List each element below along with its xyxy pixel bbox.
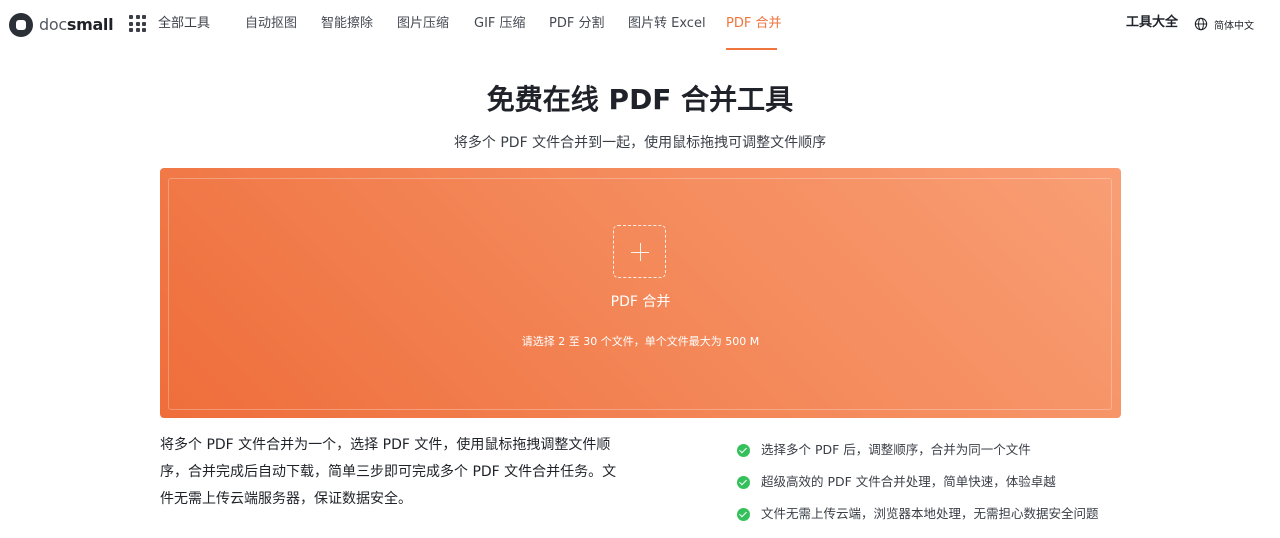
tools-all-link[interactable]: 工具大全	[1126, 14, 1178, 32]
language-label: 简体中文	[1214, 20, 1254, 32]
nav-item-image-to-excel[interactable]: 图片转 Excel	[628, 15, 706, 33]
upload-dropzone[interactable]: PDF 合并 请选择 2 至 30 个文件，单个文件最大为 500 M	[160, 168, 1121, 418]
grid-icon[interactable]	[129, 15, 146, 32]
check-circle-icon	[737, 443, 750, 457]
docsmall-logo-icon	[9, 12, 33, 37]
page-title: 免费在线 PDF 合并工具	[486, 83, 794, 116]
nav-item-auto-cutout[interactable]: 自动抠图	[245, 15, 297, 33]
top-navbar: docsmall 全部工具 自动抠图 智能擦除 图片压缩 GIF 压缩 PDF …	[0, 0, 1280, 50]
nav-item-smart-erase[interactable]: 智能擦除	[321, 15, 373, 33]
active-nav-indicator	[726, 48, 777, 50]
logo[interactable]: docsmall	[9, 12, 114, 37]
tool-description: 将多个 PDF 文件合并为一个，选择 PDF 文件，使用鼠标拖拽调整文件顺序，合…	[160, 437, 617, 507]
feature-item: 文件无需上传云端，浏览器本地处理，无需担心数据安全问题	[737, 498, 1157, 530]
upload-label: PDF 合并	[610, 294, 671, 310]
feature-item: 超级高效的 PDF 文件合并处理，简单快速，体验卓越	[737, 466, 1157, 498]
language-switcher[interactable]: 简体中文	[1194, 15, 1254, 33]
all-tools-menu[interactable]: 全部工具	[158, 15, 210, 33]
nav-item-gif-compress[interactable]: GIF 压缩	[474, 15, 526, 33]
feature-text: 文件无需上传云端，浏览器本地处理，无需担心数据安全问题	[761, 506, 1099, 521]
globe-icon	[1194, 17, 1208, 31]
page-subtitle: 将多个 PDF 文件合并到一起，使用鼠标拖拽可调整文件顺序	[453, 135, 827, 151]
nav-item-pdf-split[interactable]: PDF 分割	[549, 15, 604, 33]
check-circle-icon	[737, 475, 750, 489]
plus-icon[interactable]	[613, 225, 666, 278]
logo-text: docsmall	[39, 14, 114, 34]
upload-hint: 请选择 2 至 30 个文件，单个文件最大为 500 M	[521, 335, 760, 348]
nav-item-image-compress[interactable]: 图片压缩	[397, 15, 449, 33]
feature-text: 选择多个 PDF 后，调整顺序，合并为同一个文件	[761, 442, 1031, 457]
nav-item-pdf-merge[interactable]: PDF 合并	[726, 15, 781, 33]
feature-text: 超级高效的 PDF 文件合并处理，简单快速，体验卓越	[761, 474, 1056, 489]
feature-list: 选择多个 PDF 后，调整顺序，合并为同一个文件 超级高效的 PDF 文件合并处…	[737, 434, 1157, 530]
check-circle-icon	[737, 507, 750, 521]
feature-item: 选择多个 PDF 后，调整顺序，合并为同一个文件	[737, 434, 1157, 466]
